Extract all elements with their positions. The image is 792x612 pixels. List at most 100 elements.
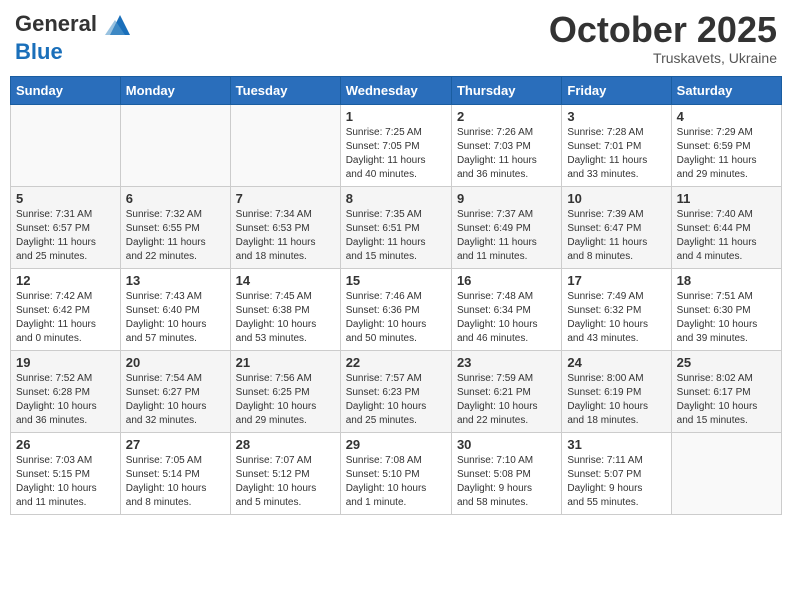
day-info: Sunrise: 7:57 AM Sunset: 6:23 PM Dayligh…	[346, 372, 446, 428]
calendar-cell: 30Sunrise: 7:10 AM Sunset: 5:08 PM Dayli…	[451, 432, 561, 514]
calendar-cell	[671, 432, 781, 514]
day-number: 28	[236, 437, 335, 452]
weekday-header: Friday	[562, 76, 671, 104]
weekday-header: Sunday	[11, 76, 121, 104]
day-number: 4	[677, 109, 776, 124]
day-number: 23	[457, 355, 556, 370]
calendar-cell: 14Sunrise: 7:45 AM Sunset: 6:38 PM Dayli…	[230, 268, 340, 350]
calendar-cell: 23 Sunrise: 7:59 AM Sunset: 6:21 PM Dayli…	[451, 350, 561, 432]
day-info: Sunrise: 7:05 AM Sunset: 5:14 PM Dayligh…	[126, 454, 225, 510]
weekday-header: Thursday	[451, 76, 561, 104]
day-info: Sunrise: 7:51 AM Sunset: 6:30 PM Dayligh…	[677, 290, 776, 346]
calendar-cell: 13 Sunrise: 7:43 AM Sunset: 6:40 PM Dayli…	[120, 268, 230, 350]
day-info: Sunrise: 8:02 AM Sunset: 6:17 PM Dayligh…	[677, 372, 776, 428]
calendar-cell: 25 Sunrise: 8:02 AM Sunset: 6:17 PM Dayli…	[671, 350, 781, 432]
calendar-week-row: 1 Sunrise: 7:25 AM Sunset: 7:05 PM Daylig…	[11, 104, 782, 186]
calendar-cell	[120, 104, 230, 186]
calendar-cell: 17 Sunrise: 7:49 AM Sunset: 6:32 PM Dayli…	[562, 268, 671, 350]
calendar-cell: 3Sunrise: 7:28 AM Sunset: 7:01 PM Daylig…	[562, 104, 671, 186]
calendar-cell: 26Sunrise: 7:03 AM Sunset: 5:15 PM Dayli…	[11, 432, 121, 514]
logo-blue: Blue	[15, 39, 63, 64]
day-info: Sunrise: 7:37 AM Sunset: 6:49 PM Dayligh…	[457, 208, 556, 264]
day-info: Sunrise: 7:42 AM Sunset: 6:42 PM Dayligh…	[16, 290, 115, 346]
calendar-cell: 7 Sunrise: 7:34 AM Sunset: 6:53 PM Daylig…	[230, 186, 340, 268]
day-info: Sunrise: 7:25 AM Sunset: 7:05 PM Dayligh…	[346, 126, 446, 182]
day-info: Sunrise: 7:34 AM Sunset: 6:53 PM Dayligh…	[236, 208, 335, 264]
calendar-cell: 2Sunrise: 7:26 AM Sunset: 7:03 PM Daylig…	[451, 104, 561, 186]
day-number: 10	[567, 191, 665, 206]
day-info: Sunrise: 8:00 AM Sunset: 6:19 PM Dayligh…	[567, 372, 665, 428]
logo-general: General	[15, 11, 97, 36]
calendar-cell: 21Sunrise: 7:56 AM Sunset: 6:25 PM Dayli…	[230, 350, 340, 432]
day-info: Sunrise: 7:49 AM Sunset: 6:32 PM Dayligh…	[567, 290, 665, 346]
day-info: Sunrise: 7:59 AM Sunset: 6:21 PM Dayligh…	[457, 372, 556, 428]
month-title: October 2025	[549, 10, 777, 50]
calendar-cell: 22 Sunrise: 7:57 AM Sunset: 6:23 PM Dayli…	[340, 350, 451, 432]
page-header: General Blue October 2025 Truskavets, Uk…	[10, 10, 782, 66]
day-number: 24	[567, 355, 665, 370]
day-info: Sunrise: 7:39 AM Sunset: 6:47 PM Dayligh…	[567, 208, 665, 264]
calendar-cell: 19Sunrise: 7:52 AM Sunset: 6:28 PM Dayli…	[11, 350, 121, 432]
calendar-cell: 4 Sunrise: 7:29 AM Sunset: 6:59 PM Daylig…	[671, 104, 781, 186]
day-info: Sunrise: 7:54 AM Sunset: 6:27 PM Dayligh…	[126, 372, 225, 428]
logo-icon	[105, 10, 135, 40]
logo: General Blue	[15, 10, 135, 64]
day-number: 15	[346, 273, 446, 288]
day-number: 25	[677, 355, 776, 370]
day-info: Sunrise: 7:32 AM Sunset: 6:55 PM Dayligh…	[126, 208, 225, 264]
day-number: 16	[457, 273, 556, 288]
weekday-header: Wednesday	[340, 76, 451, 104]
calendar-table: SundayMondayTuesdayWednesdayThursdayFrid…	[10, 76, 782, 515]
calendar-week-row: 12 Sunrise: 7:42 AM Sunset: 6:42 PM Dayli…	[11, 268, 782, 350]
weekday-header: Tuesday	[230, 76, 340, 104]
day-info: Sunrise: 7:11 AM Sunset: 5:07 PM Dayligh…	[567, 454, 665, 510]
day-number: 29	[346, 437, 446, 452]
day-info: Sunrise: 7:08 AM Sunset: 5:10 PM Dayligh…	[346, 454, 446, 510]
day-number: 1	[346, 109, 446, 124]
day-info: Sunrise: 7:31 AM Sunset: 6:57 PM Dayligh…	[16, 208, 115, 264]
calendar-cell: 8 Sunrise: 7:35 AM Sunset: 6:51 PM Daylig…	[340, 186, 451, 268]
day-number: 8	[346, 191, 446, 206]
calendar-cell: 15 Sunrise: 7:46 AM Sunset: 6:36 PM Dayli…	[340, 268, 451, 350]
day-info: Sunrise: 7:43 AM Sunset: 6:40 PM Dayligh…	[126, 290, 225, 346]
calendar-cell: 18Sunrise: 7:51 AM Sunset: 6:30 PM Dayli…	[671, 268, 781, 350]
day-number: 21	[236, 355, 335, 370]
day-info: Sunrise: 7:48 AM Sunset: 6:34 PM Dayligh…	[457, 290, 556, 346]
calendar-cell: 1 Sunrise: 7:25 AM Sunset: 7:05 PM Daylig…	[340, 104, 451, 186]
day-info: Sunrise: 7:28 AM Sunset: 7:01 PM Dayligh…	[567, 126, 665, 182]
day-number: 17	[567, 273, 665, 288]
day-number: 19	[16, 355, 115, 370]
day-number: 11	[677, 191, 776, 206]
calendar-cell: 24 Sunrise: 8:00 AM Sunset: 6:19 PM Dayli…	[562, 350, 671, 432]
day-number: 12	[16, 273, 115, 288]
day-number: 27	[126, 437, 225, 452]
day-number: 5	[16, 191, 115, 206]
calendar-cell: 9 Sunrise: 7:37 AM Sunset: 6:49 PM Daylig…	[451, 186, 561, 268]
day-number: 20	[126, 355, 225, 370]
day-info: Sunrise: 7:35 AM Sunset: 6:51 PM Dayligh…	[346, 208, 446, 264]
calendar-cell	[11, 104, 121, 186]
weekday-header: Monday	[120, 76, 230, 104]
day-info: Sunrise: 7:29 AM Sunset: 6:59 PM Dayligh…	[677, 126, 776, 182]
calendar-cell: 27 Sunrise: 7:05 AM Sunset: 5:14 PM Dayli…	[120, 432, 230, 514]
calendar-cell: 11 Sunrise: 7:40 AM Sunset: 6:44 PM Dayli…	[671, 186, 781, 268]
calendar-cell: 16 Sunrise: 7:48 AM Sunset: 6:34 PM Dayli…	[451, 268, 561, 350]
day-number: 7	[236, 191, 335, 206]
calendar-week-row: 26Sunrise: 7:03 AM Sunset: 5:15 PM Dayli…	[11, 432, 782, 514]
calendar-cell: 12 Sunrise: 7:42 AM Sunset: 6:42 PM Dayli…	[11, 268, 121, 350]
title-block: October 2025 Truskavets, Ukraine	[549, 10, 777, 66]
day-info: Sunrise: 7:10 AM Sunset: 5:08 PM Dayligh…	[457, 454, 556, 510]
day-number: 22	[346, 355, 446, 370]
day-number: 2	[457, 109, 556, 124]
calendar-week-row: 5 Sunrise: 7:31 AM Sunset: 6:57 PM Daylig…	[11, 186, 782, 268]
day-number: 13	[126, 273, 225, 288]
calendar-cell: 6Sunrise: 7:32 AM Sunset: 6:55 PM Daylig…	[120, 186, 230, 268]
day-number: 26	[16, 437, 115, 452]
day-number: 9	[457, 191, 556, 206]
day-info: Sunrise: 7:45 AM Sunset: 6:38 PM Dayligh…	[236, 290, 335, 346]
calendar-cell: 31 Sunrise: 7:11 AM Sunset: 5:07 PM Dayli…	[562, 432, 671, 514]
day-number: 31	[567, 437, 665, 452]
day-info: Sunrise: 7:46 AM Sunset: 6:36 PM Dayligh…	[346, 290, 446, 346]
day-info: Sunrise: 7:40 AM Sunset: 6:44 PM Dayligh…	[677, 208, 776, 264]
calendar-week-row: 19Sunrise: 7:52 AM Sunset: 6:28 PM Dayli…	[11, 350, 782, 432]
